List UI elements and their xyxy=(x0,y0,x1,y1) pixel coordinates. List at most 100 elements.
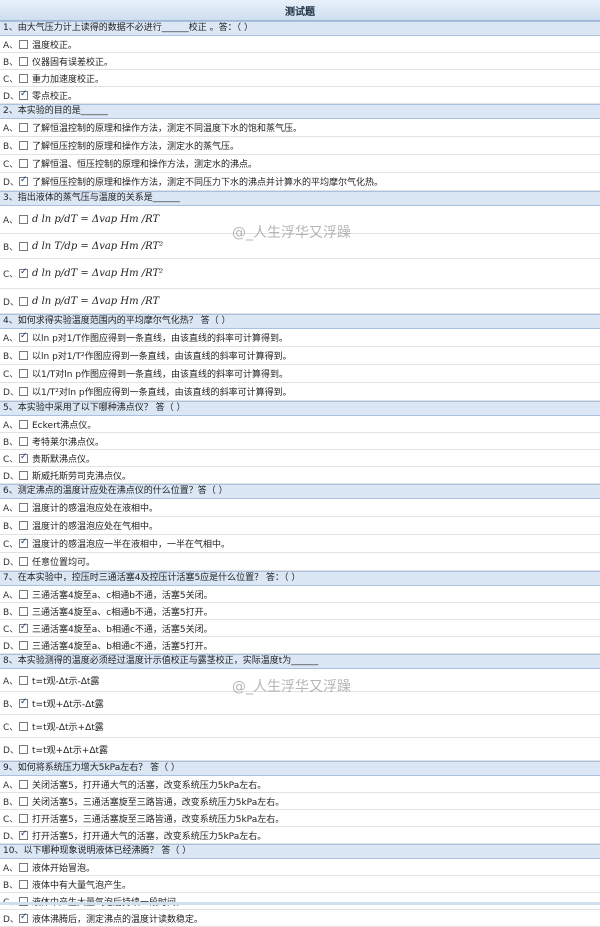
option-text: d ln p/dT = Δvap Hm /RT² xyxy=(32,268,164,279)
option-text: 温度校正。 xyxy=(32,40,78,51)
option-row: A、 温度校正。 xyxy=(0,36,600,53)
option-checkbox[interactable] xyxy=(19,351,28,360)
option-checkbox[interactable] xyxy=(19,39,28,49)
option-row: C、 温度计的感温泡应一半在液相中，一半在气相中。 xyxy=(0,535,600,553)
option-letter: A、 xyxy=(3,420,19,431)
option-letter: A、 xyxy=(3,334,19,344)
option-text: 关闭活塞5，打开通大气的活塞，改变系统压力5kPa左右。 xyxy=(32,780,267,791)
option-checkbox[interactable] xyxy=(19,697,28,708)
option-checkbox[interactable] xyxy=(19,503,28,512)
option-checkbox[interactable] xyxy=(19,862,28,872)
option-row: B、 温度计的感温泡应处在气相中。 xyxy=(0,517,600,535)
option-row: C、 以1/T对ln p作图应得到一条直线，由该直线的斜率可计算得到。 xyxy=(0,365,600,383)
option-letter: D、 xyxy=(3,91,19,102)
option-text: d ln T/dp = Δvap Hm /RT² xyxy=(32,240,164,252)
option-checkbox[interactable] xyxy=(19,796,28,806)
option-checkbox[interactable] xyxy=(19,721,28,731)
option-checkbox[interactable] xyxy=(19,640,28,650)
option-text: Eckert沸点仪。 xyxy=(32,420,97,431)
option-row: C、 了解恒温、恒压控制的原理和操作方法，测定水的沸点。 xyxy=(0,155,600,173)
option-letter: A、 xyxy=(3,780,19,791)
option-letter: C、 xyxy=(3,74,19,85)
option-row: B、 d ln T/dp = Δvap Hm /RT² xyxy=(0,234,600,259)
option-checkbox[interactable] xyxy=(19,744,28,754)
option-row: C、 t=t观-Δt示+Δt露 xyxy=(0,715,600,738)
option-letter: C、 xyxy=(3,270,19,280)
question-header: 6、测定沸点的温度计应处在沸点仪的什么位置？答（ ） xyxy=(0,484,600,499)
option-checkbox[interactable] xyxy=(19,436,28,446)
question-8: 8、本实验测得的温度必须经过温度计示值校正与露茎校正，实际温度t为______ A… xyxy=(0,654,600,761)
option-text: t=t观-Δt示+Δt露 xyxy=(32,722,104,733)
option-letter: B、 xyxy=(3,797,19,808)
option-checkbox[interactable] xyxy=(19,537,28,548)
option-text: 以ln p对1/T作图应得到一条直线，由该直线的斜率可计算得到。 xyxy=(32,334,289,344)
option-row: C、 三通活塞4旋至a、b相通c不通，活塞5关闭。 xyxy=(0,620,600,637)
option-checkbox[interactable] xyxy=(19,369,28,378)
option-text: t=t观+Δt示-Δt露 xyxy=(32,699,104,710)
option-letter: A、 xyxy=(3,590,19,601)
option-checkbox[interactable] xyxy=(19,912,28,923)
option-text: 贵斯默沸点仪。 xyxy=(32,454,96,465)
option-row: C、 重力加速度校正。 xyxy=(0,70,600,87)
option-checkbox[interactable] xyxy=(19,89,28,100)
option-row: D、 液体沸腾后，测定沸点的温度计读数稳定。 xyxy=(0,910,600,927)
option-letter: D、 xyxy=(3,831,19,842)
option-checkbox[interactable] xyxy=(19,879,28,889)
option-row: D、 以1/T²对ln p作图应得到一条直线，由该直线的斜率可计算得到。 xyxy=(0,383,600,401)
option-row: D、 零点校正。 xyxy=(0,87,600,104)
option-checkbox[interactable] xyxy=(19,296,28,306)
option-checkbox[interactable] xyxy=(19,419,28,429)
option-checkbox[interactable] xyxy=(19,159,28,168)
option-checkbox[interactable] xyxy=(19,606,28,616)
question-6: 6、测定沸点的温度计应处在沸点仪的什么位置？答（ ） A、 温度计的感温泡应处在液相… xyxy=(0,484,600,571)
option-letter: C、 xyxy=(3,624,19,635)
option-text: 以1/T对ln p作图应得到一条直线，由该直线的斜率可计算得到。 xyxy=(32,370,289,380)
option-checkbox[interactable] xyxy=(19,215,28,224)
option-checkbox[interactable] xyxy=(19,452,28,463)
option-row: D、 t=t观+Δt示+Δt露 xyxy=(0,738,600,761)
option-row: B、 t=t观+Δt示-Δt露 xyxy=(0,692,600,715)
option-checkbox[interactable] xyxy=(19,829,28,840)
question-header: 5、本实验中采用了以下哪种沸点仪？ 答（ ） xyxy=(0,401,600,416)
option-checkbox[interactable] xyxy=(19,557,28,566)
option-checkbox[interactable] xyxy=(19,73,28,83)
option-checkbox[interactable] xyxy=(19,387,28,396)
option-row: C、 d ln p/dT = Δvap Hm /RT² xyxy=(0,259,600,289)
option-row: C、 打开活塞5，三通活塞旋至三路皆通，改变系统压力5kPa左右。 xyxy=(0,810,600,827)
option-checkbox[interactable] xyxy=(19,56,28,66)
option-letter: D、 xyxy=(3,178,19,188)
option-text: 温度计的感温泡应一半在液相中，一半在气相中。 xyxy=(32,540,231,550)
option-checkbox[interactable] xyxy=(19,123,28,132)
option-checkbox[interactable] xyxy=(19,141,28,150)
option-checkbox[interactable] xyxy=(19,470,28,480)
option-letter: C、 xyxy=(0,895,18,908)
option-row: D、 三通活塞4旋至a、b相通c不通，活塞5打开。 xyxy=(0,637,600,654)
option-text: 重力加速度校正。 xyxy=(32,74,105,85)
option-row: A、 温度计的感温泡应处在液相中。 xyxy=(0,499,600,517)
question-header: 8、本实验测得的温度必须经过温度计示值校正与露茎校正，实际温度t为______ xyxy=(0,654,600,669)
option-letter: B、 xyxy=(3,57,19,68)
option-letter: D、 xyxy=(3,914,19,925)
option-checkbox[interactable] xyxy=(19,622,28,633)
option-row: D、 了解恒压控制的原理和操作方法，测定不同压力下水的沸点并计算水的平均摩尔气化热… xyxy=(0,173,600,191)
option-checkbox[interactable] xyxy=(19,267,28,278)
option-checkbox[interactable] xyxy=(19,521,28,530)
question-10: 10、以下哪种现象说明液体已经沸腾？ 答（ ） A、 液体开始冒泡。 B、 液体中有大量… xyxy=(0,844,600,927)
option-text: 了解恒压控制的原理和操作方法，测定不同压力下水的沸点并计算水的平均摩尔气化热。 xyxy=(32,178,384,188)
option-checkbox[interactable] xyxy=(19,813,28,823)
question-7: 7、在本实验中，控压时三通活塞4及控压计活塞5应是什么位置？ 答：（ ） A、 三通… xyxy=(0,571,600,654)
option-letter: C、 xyxy=(3,814,19,825)
option-checkbox[interactable] xyxy=(19,331,28,342)
option-checkbox[interactable] xyxy=(19,779,28,789)
option-checkbox[interactable] xyxy=(19,175,28,186)
option-letter: A、 xyxy=(3,216,19,226)
option-text: 斯威托斯劳司克沸点仪。 xyxy=(32,471,132,482)
option-checkbox[interactable] xyxy=(19,241,28,251)
option-checkbox[interactable] xyxy=(19,589,28,599)
question-4: 4、如何求得实验温度范围内的平均摩尔气化热？ 答（ ） A、 以ln p对1/T作图… xyxy=(0,314,600,401)
option-text: 温度计的感温泡应处在液相中。 xyxy=(32,504,159,514)
quiz-page: 测试题 1、由大气压力计上读得的数据不必进行______校正 。答：（ ） A、温… xyxy=(0,0,600,927)
option-checkbox[interactable] xyxy=(19,675,28,685)
option-row: B、 三通活塞4旋至a、c相通b不通，活塞5打开。 xyxy=(0,603,600,620)
question-9: 9、如何将系统压力增大5kPa左右？ 答（ ） A、 关闭活塞5，打开通大气的活塞，… xyxy=(0,761,600,844)
